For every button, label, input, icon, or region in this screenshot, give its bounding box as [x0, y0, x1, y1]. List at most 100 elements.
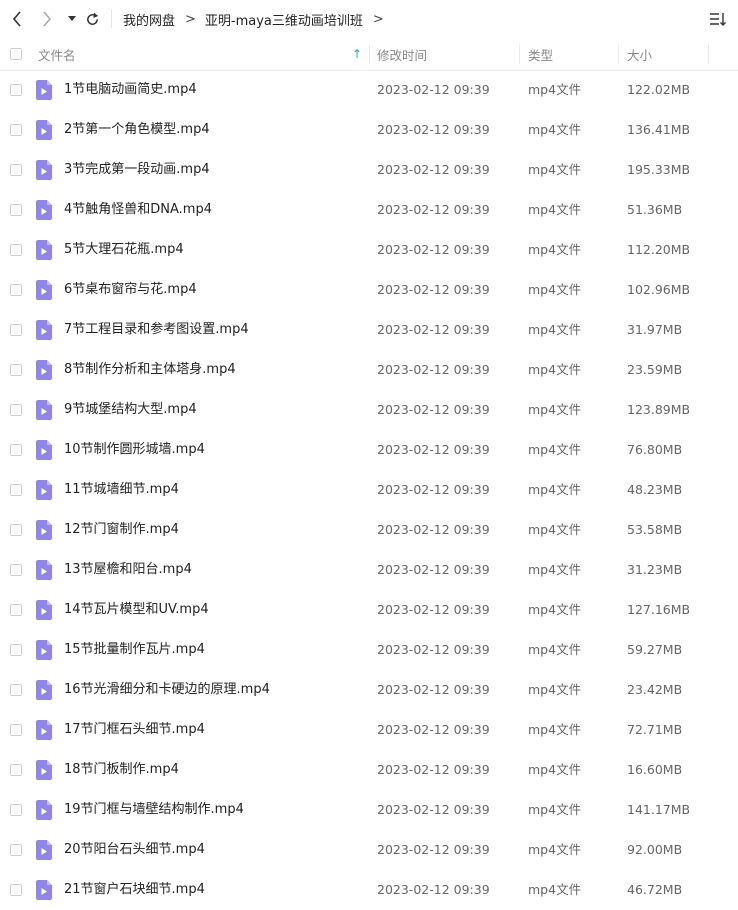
file-name[interactable]: 19节门框与墙壁结构制作.mp4	[64, 790, 244, 830]
file-name[interactable]: 18节门板制作.mp4	[64, 750, 179, 790]
file-row[interactable]: 3节完成第一段动画.mp4 2023-02-12 09:39 mp4文件 195…	[0, 150, 738, 190]
column-name[interactable]: 文件名	[38, 38, 76, 70]
file-name[interactable]: 7节工程目录和参考图设置.mp4	[64, 310, 249, 350]
file-name[interactable]: 9节城堡结构大型.mp4	[64, 390, 197, 430]
file-name[interactable]: 2节第一个角色模型.mp4	[64, 110, 210, 150]
row-checkbox[interactable]	[10, 804, 22, 816]
file-name[interactable]: 15节批量制作瓦片.mp4	[64, 630, 205, 670]
column-divider[interactable]	[618, 44, 619, 64]
file-row[interactable]: 16节光滑细分和卡硬边的原理.mp4 2023-02-12 09:39 mp4文…	[0, 670, 738, 710]
file-row[interactable]: 1节电脑动画简史.mp4 2023-02-12 09:39 mp4文件 122.…	[0, 70, 738, 110]
row-checkbox[interactable]	[10, 684, 22, 696]
file-row[interactable]: 4节触角怪兽和DNA.mp4 2023-02-12 09:39 mp4文件 51…	[0, 190, 738, 230]
sort-arrow-icon[interactable]: ↑	[352, 38, 362, 70]
row-checkbox[interactable]	[10, 844, 22, 856]
row-checkbox[interactable]	[10, 884, 22, 896]
file-size: 72.71MB	[627, 722, 683, 737]
sort-list-icon[interactable]	[706, 0, 730, 38]
row-checkbox[interactable]	[10, 724, 22, 736]
row-checkbox[interactable]	[10, 404, 22, 416]
row-checkbox[interactable]	[10, 284, 22, 296]
file-row[interactable]: 12节门窗制作.mp4 2023-02-12 09:39 mp4文件 53.58…	[0, 510, 738, 550]
file-row[interactable]: 13节屋檐和阳台.mp4 2023-02-12 09:39 mp4文件 31.2…	[0, 550, 738, 590]
file-name[interactable]: 14节瓦片模型和UV.mp4	[64, 590, 209, 630]
file-row[interactable]: 20节阳台石头细节.mp4 2023-02-12 09:39 mp4文件 92.…	[0, 830, 738, 870]
file-row[interactable]: 7节工程目录和参考图设置.mp4 2023-02-12 09:39 mp4文件 …	[0, 310, 738, 350]
file-modified: 2023-02-12 09:39	[377, 442, 490, 457]
breadcrumb-root[interactable]: 我的网盘	[123, 10, 175, 29]
file-name[interactable]: 6节桌布窗帘与花.mp4	[64, 270, 197, 310]
file-name[interactable]: 10节制作圆形城墙.mp4	[64, 430, 205, 470]
file-row[interactable]: 6节桌布窗帘与花.mp4 2023-02-12 09:39 mp4文件 102.…	[0, 270, 738, 310]
caret-down-icon[interactable]	[64, 0, 80, 38]
file-name[interactable]: 16节光滑细分和卡硬边的原理.mp4	[64, 670, 270, 710]
video-file-icon	[36, 600, 52, 620]
file-name[interactable]: 4节触角怪兽和DNA.mp4	[64, 190, 212, 230]
refresh-icon[interactable]	[82, 0, 102, 38]
file-name[interactable]: 8节制作分析和主体塔身.mp4	[64, 350, 236, 390]
row-checkbox[interactable]	[10, 204, 22, 216]
row-checkbox[interactable]	[10, 564, 22, 576]
row-checkbox[interactable]	[10, 764, 22, 776]
file-row[interactable]: 21节窗户石块细节.mp4 2023-02-12 09:39 mp4文件 46.…	[0, 870, 738, 910]
video-file-icon	[36, 560, 52, 580]
file-name[interactable]: 13节屋檐和阳台.mp4	[64, 550, 192, 590]
file-row[interactable]: 14节瓦片模型和UV.mp4 2023-02-12 09:39 mp4文件 12…	[0, 590, 738, 630]
file-name[interactable]: 20节阳台石头细节.mp4	[64, 830, 205, 870]
file-row[interactable]: 9节城堡结构大型.mp4 2023-02-12 09:39 mp4文件 123.…	[0, 390, 738, 430]
file-type: mp4文件	[528, 802, 582, 817]
file-row[interactable]: 11节城墙细节.mp4 2023-02-12 09:39 mp4文件 48.23…	[0, 470, 738, 510]
row-checkbox[interactable]	[10, 364, 22, 376]
file-size: 76.80MB	[627, 442, 683, 457]
file-size: 123.89MB	[627, 402, 691, 417]
file-name[interactable]: 11节城墙细节.mp4	[64, 470, 179, 510]
file-row[interactable]: 19节门框与墙壁结构制作.mp4 2023-02-12 09:39 mp4文件 …	[0, 790, 738, 830]
row-checkbox[interactable]	[10, 524, 22, 536]
row-checkbox[interactable]	[10, 164, 22, 176]
file-modified: 2023-02-12 09:39	[377, 802, 490, 817]
file-row[interactable]: 17节门框石头细节.mp4 2023-02-12 09:39 mp4文件 72.…	[0, 710, 738, 750]
row-checkbox[interactable]	[10, 244, 22, 256]
column-divider[interactable]	[519, 44, 520, 64]
chevron-right-icon[interactable]	[36, 0, 58, 38]
file-name[interactable]: 21节窗户石块细节.mp4	[64, 870, 205, 910]
row-checkbox[interactable]	[10, 444, 22, 456]
row-checkbox[interactable]	[10, 484, 22, 496]
file-name[interactable]: 17节门框石头细节.mp4	[64, 710, 205, 750]
file-modified: 2023-02-12 09:39	[377, 122, 490, 137]
file-name[interactable]: 1节电脑动画简史.mp4	[64, 70, 197, 110]
file-row[interactable]: 15节批量制作瓦片.mp4 2023-02-12 09:39 mp4文件 59.…	[0, 630, 738, 670]
file-type: mp4文件	[528, 682, 582, 697]
file-size: 122.02MB	[627, 82, 691, 97]
file-size: 136.41MB	[627, 122, 691, 137]
file-type: mp4文件	[528, 122, 582, 137]
column-size[interactable]: 大小	[627, 38, 652, 70]
file-row[interactable]: 8节制作分析和主体塔身.mp4 2023-02-12 09:39 mp4文件 2…	[0, 350, 738, 390]
file-name[interactable]: 3节完成第一段动画.mp4	[64, 150, 210, 190]
video-file-icon	[36, 440, 52, 460]
file-name[interactable]: 5节大理石花瓶.mp4	[64, 230, 184, 270]
file-type: mp4文件	[528, 402, 582, 417]
video-file-icon	[36, 760, 52, 780]
column-modified[interactable]: 修改时间	[377, 38, 427, 70]
file-row[interactable]: 5节大理石花瓶.mp4 2023-02-12 09:39 mp4文件 112.2…	[0, 230, 738, 270]
column-type[interactable]: 类型	[528, 38, 553, 70]
file-row[interactable]: 2节第一个角色模型.mp4 2023-02-12 09:39 mp4文件 136…	[0, 110, 738, 150]
row-checkbox[interactable]	[10, 604, 22, 616]
file-name[interactable]: 12节门窗制作.mp4	[64, 510, 179, 550]
file-type: mp4文件	[528, 82, 582, 97]
row-checkbox[interactable]	[10, 324, 22, 336]
row-checkbox[interactable]	[10, 84, 22, 96]
row-checkbox[interactable]	[10, 644, 22, 656]
breadcrumb-folder[interactable]: 亚明-maya三维动画培训班	[205, 10, 363, 29]
video-file-icon	[36, 280, 52, 300]
row-checkbox[interactable]	[10, 124, 22, 136]
file-row[interactable]: 18节门板制作.mp4 2023-02-12 09:39 mp4文件 16.60…	[0, 750, 738, 790]
chevron-left-icon[interactable]	[6, 0, 28, 38]
select-all-checkbox[interactable]	[10, 48, 22, 60]
file-size: 59.27MB	[627, 642, 683, 657]
file-size: 31.97MB	[627, 322, 683, 337]
file-row[interactable]: 10节制作圆形城墙.mp4 2023-02-12 09:39 mp4文件 76.…	[0, 430, 738, 470]
column-divider[interactable]	[708, 44, 709, 64]
column-divider[interactable]	[369, 44, 370, 64]
